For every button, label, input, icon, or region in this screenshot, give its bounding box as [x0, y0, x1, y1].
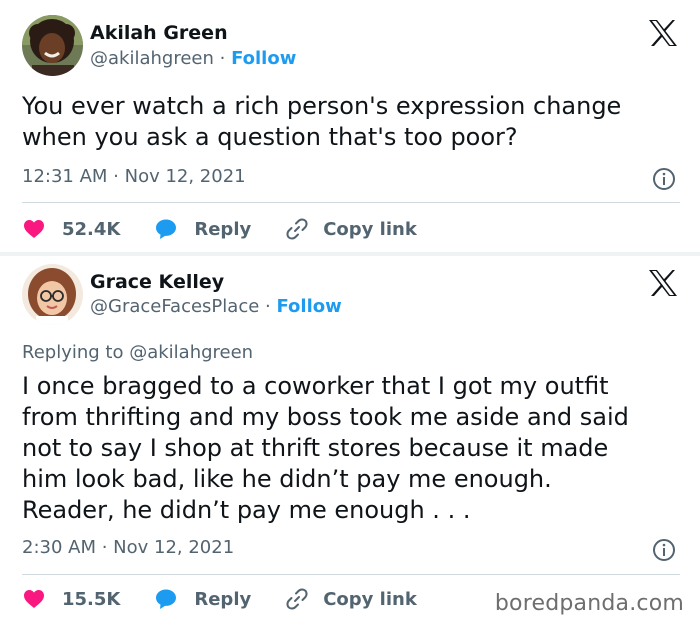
- copy-link-label: Copy link: [323, 218, 417, 240]
- heart-icon: [24, 590, 44, 608]
- watermark: boredpanda.com: [494, 591, 684, 616]
- tweet-text: You ever watch a rich person's expressio…: [22, 92, 622, 151]
- info-icon[interactable]: [652, 167, 676, 191]
- heart-icon: [24, 220, 44, 238]
- timestamp[interactable]: 12:31 AM · Nov 12, 2021: [22, 166, 246, 187]
- reply-button[interactable]: Reply: [154, 217, 251, 241]
- link-icon: [286, 588, 308, 610]
- handle-row: @GraceFacesPlace · Follow: [90, 296, 342, 317]
- copy-link-button[interactable]: Copy link: [285, 217, 417, 241]
- author-handle[interactable]: @GraceFacesPlace: [90, 296, 259, 317]
- follow-button[interactable]: Follow: [276, 296, 341, 317]
- copy-link-label: Copy link: [323, 588, 417, 610]
- action-bar: 15.5K Reply Copy link: [22, 585, 451, 613]
- author-handle[interactable]: @akilahgreen: [90, 48, 214, 69]
- like-button[interactable]: 15.5K: [22, 587, 120, 611]
- tweet-card-akilah: Akilah Green @akilahgreen · Follow You e…: [0, 0, 700, 252]
- handle-row: @akilahgreen · Follow: [90, 48, 296, 69]
- like-button[interactable]: 52.4K: [22, 217, 120, 241]
- x-logo-icon[interactable]: [648, 19, 678, 47]
- reply-button[interactable]: Reply: [154, 587, 251, 611]
- replying-to: Replying to @akilahgreen: [22, 342, 253, 363]
- avatar[interactable]: [22, 15, 83, 76]
- timestamp[interactable]: 2:30 AM · Nov 12, 2021: [22, 537, 234, 558]
- action-bar: 52.4K Reply Copy link: [22, 215, 451, 243]
- divider-line: [22, 574, 680, 575]
- x-logo-icon[interactable]: [648, 269, 678, 297]
- reply-label: Reply: [194, 588, 252, 610]
- like-count: 15.5K: [62, 588, 121, 610]
- reply-bubble-icon: [156, 219, 177, 239]
- link-icon: [286, 218, 308, 240]
- copy-link-button[interactable]: Copy link: [285, 587, 417, 611]
- info-icon[interactable]: [652, 538, 676, 562]
- like-count: 52.4K: [62, 218, 121, 240]
- tweet-text: I once bragged to a coworker that I got …: [22, 372, 629, 524]
- reply-label: Reply: [194, 218, 252, 240]
- divider-line: [22, 202, 680, 203]
- author-name[interactable]: Grace Kelley: [90, 271, 224, 293]
- separator-dot: ·: [213, 48, 232, 69]
- replying-mention[interactable]: @akilahgreen: [129, 342, 253, 363]
- replying-prefix: Replying to: [22, 342, 130, 363]
- tweet-card-grace: Grace Kelley @GraceFacesPlace · Follow R…: [0, 256, 700, 627]
- separator-dot: ·: [259, 296, 277, 317]
- avatar[interactable]: [22, 264, 83, 325]
- reply-bubble-icon: [156, 589, 177, 609]
- follow-button[interactable]: Follow: [231, 48, 296, 69]
- author-name[interactable]: Akilah Green: [90, 22, 228, 44]
